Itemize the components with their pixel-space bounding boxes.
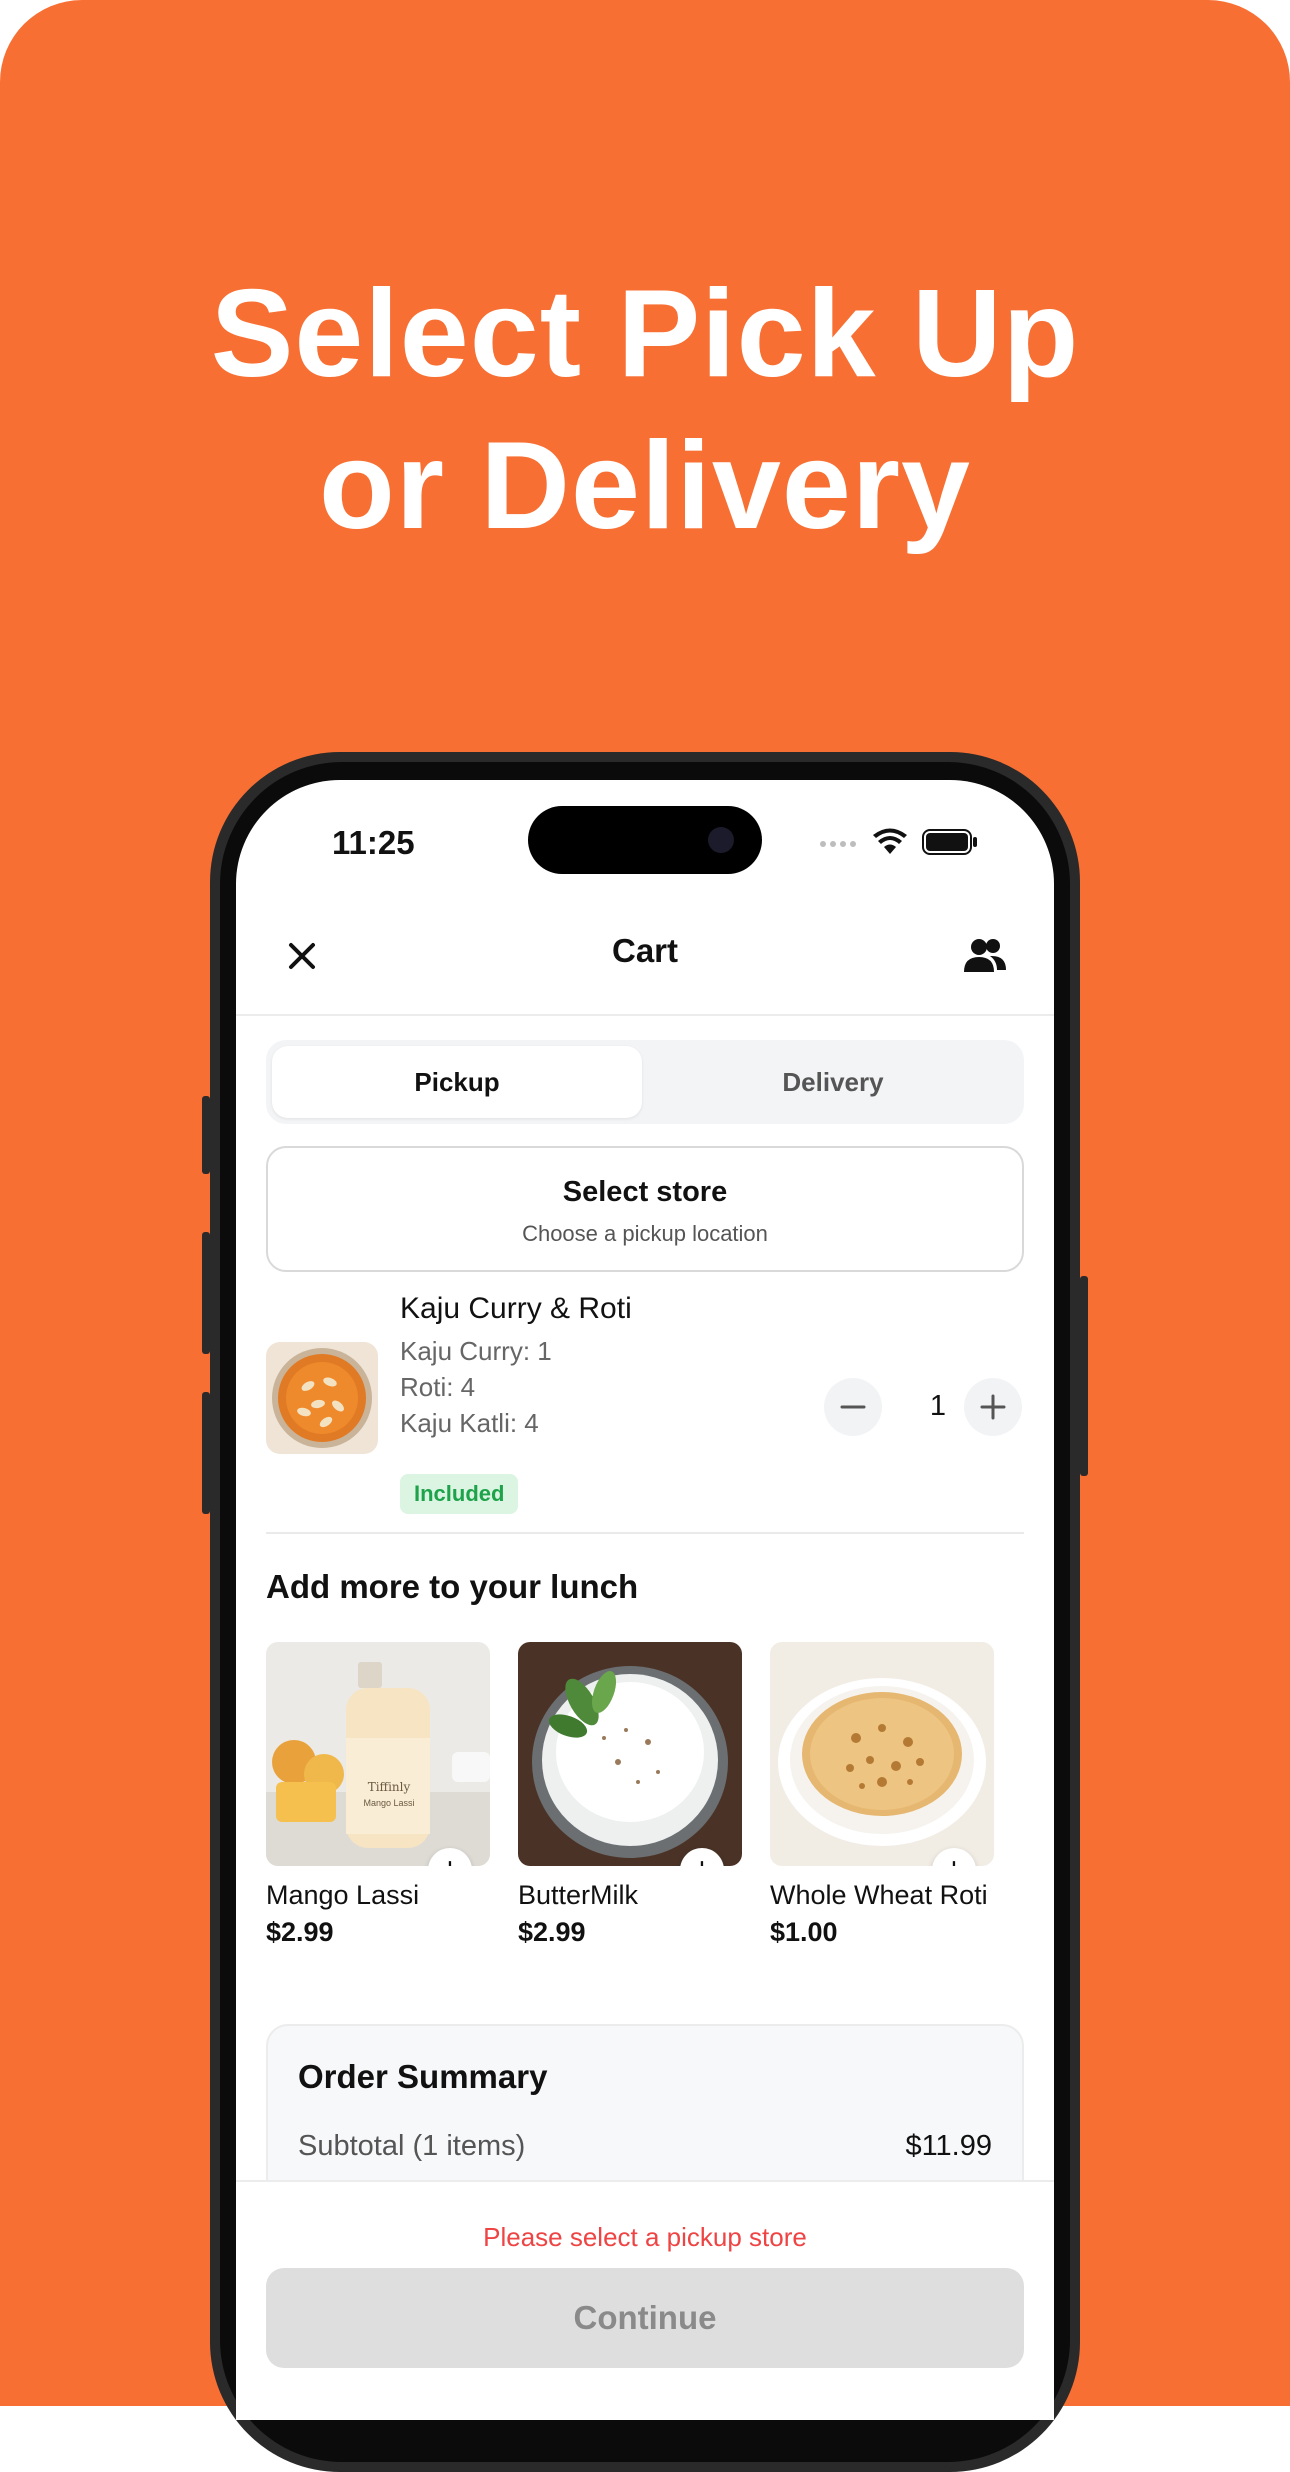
select-store-subtitle: Choose a pickup location: [522, 1221, 768, 1246]
select-store-button[interactable]: Select store Choose a pickup location: [266, 1146, 1024, 1272]
headline-line-2: or Delivery: [318, 417, 971, 555]
select-store-title: Select store: [562, 1176, 728, 1208]
add-more-title: Add more to your lunch: [266, 1568, 639, 1605]
cart-item-detail: Kaju Curry: 1: [400, 1336, 552, 1366]
cart-item-title: Kaju Curry & Roti: [400, 1292, 632, 1325]
cellular-icon: [818, 835, 858, 854]
group-order-icon[interactable]: [962, 936, 1008, 976]
product-name: Mango Lassi: [266, 1880, 420, 1910]
product-card-buttermilk[interactable]: + ButterMilk $2.99: [518, 1642, 742, 1948]
power-button: [1080, 1276, 1088, 1476]
product-name: ButterMilk: [518, 1880, 639, 1910]
page-title: Cart: [611, 932, 679, 969]
tab-pickup[interactable]: Pickup: [272, 1046, 642, 1118]
product-price: $1.00: [770, 1917, 838, 1947]
product-card-mango-lassi[interactable]: Tiffinly Mango Lassi + Mango Lassi $2.99: [266, 1642, 490, 1948]
status-icons: [818, 828, 978, 861]
checkout-footer: Please select a pickup store Continue: [236, 2180, 1054, 2420]
wifi-icon: [872, 828, 908, 861]
volume-up-button: [202, 1232, 210, 1354]
product-name: Whole Wheat Roti: [770, 1880, 988, 1910]
cart-item: Kaju Curry & Roti Kaju Curry: 1 Roti: 4 …: [266, 1292, 1024, 1532]
divider: [266, 1532, 1024, 1534]
decrease-quantity-button[interactable]: [824, 1378, 882, 1436]
app-screen: 11:25 Cart Pickup Delivery Select store …: [236, 780, 1054, 2420]
fulfillment-toggle: Pickup Delivery: [266, 1040, 1024, 1124]
product-price: $2.99: [518, 1917, 586, 1947]
subtotal-value: $11.99: [905, 2130, 992, 2162]
quantity-value: 1: [929, 1390, 947, 1422]
volume-down-button: [202, 1392, 210, 1514]
roti-image: +: [770, 1642, 994, 1866]
order-summary-title: Order Summary: [298, 2058, 548, 2095]
bottle-brand-text: Tiffinly: [367, 1780, 411, 1794]
product-price: $2.99: [266, 1917, 334, 1947]
continue-button[interactable]: Continue: [266, 2268, 1024, 2368]
action-button: [202, 1096, 210, 1174]
cart-item-detail: Kaju Katli: 4: [400, 1408, 539, 1438]
headline-line-1: Select Pick Up: [210, 265, 1080, 403]
cart-item-detail: Roti: 4: [400, 1372, 476, 1402]
bottle-label-text: Mango Lassi: [363, 1798, 415, 1808]
pickup-store-warning: Please select a pickup store: [483, 2222, 807, 2252]
buttermilk-image: +: [518, 1642, 742, 1866]
dynamic-island: [528, 806, 762, 874]
tab-delivery[interactable]: Delivery: [648, 1046, 1018, 1118]
promo-headline: Select Pick Up or Delivery: [0, 258, 1290, 562]
status-time: 11:25: [332, 824, 415, 861]
subtotal-label: Subtotal (1 items): [298, 2130, 526, 2162]
mango-lassi-image: Tiffinly Mango Lassi +: [266, 1642, 490, 1866]
kaju-curry-image: [266, 1342, 378, 1454]
included-badge: Included: [400, 1474, 519, 1514]
product-card-whole-wheat-roti[interactable]: + Whole Wheat Roti $1.00: [770, 1642, 994, 1948]
increase-quantity-button[interactable]: [964, 1378, 1022, 1436]
nav-bar: Cart: [236, 898, 1054, 1016]
battery-icon: [922, 829, 978, 860]
camera-dot: [708, 827, 734, 853]
